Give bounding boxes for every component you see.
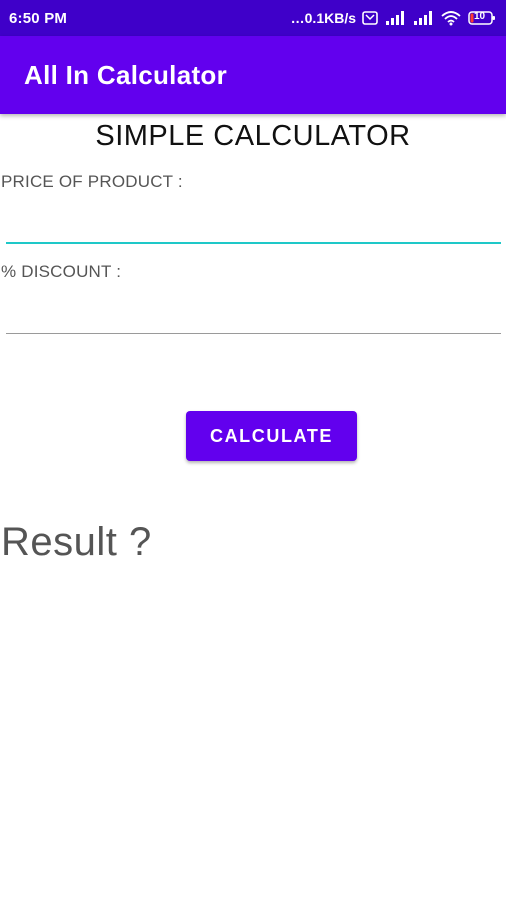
signal-icon (412, 10, 434, 26)
app-title: All In Calculator (24, 59, 228, 90)
notification-icon (362, 11, 378, 25)
page-title: SIMPLE CALCULATOR (95, 120, 411, 152)
app-bar: All In Calculator (0, 36, 506, 114)
calculate-button[interactable]: CALCULATE (186, 411, 357, 461)
battery-level: 10 (474, 11, 486, 22)
price-label: PRICE OF PRODUCT : (1, 172, 183, 191)
status-time: 6:50 PM (9, 9, 68, 27)
wifi-icon (440, 10, 462, 26)
price-input[interactable] (6, 200, 501, 244)
calculator-form: SIMPLE CALCULATOR PRICE OF PRODUCT : % D… (0, 114, 506, 900)
battery-icon: 10 (468, 10, 496, 26)
discount-input[interactable] (6, 290, 501, 334)
status-icons: …0.1KB/s 10 (291, 10, 496, 26)
discount-label: % DISCOUNT : (1, 262, 122, 281)
signal-icon (384, 10, 406, 26)
result-text: Result ? (1, 520, 152, 564)
network-speed: …0.1KB/s (290, 10, 356, 26)
status-bar: 6:50 PM …0.1KB/s 10 (0, 0, 506, 36)
